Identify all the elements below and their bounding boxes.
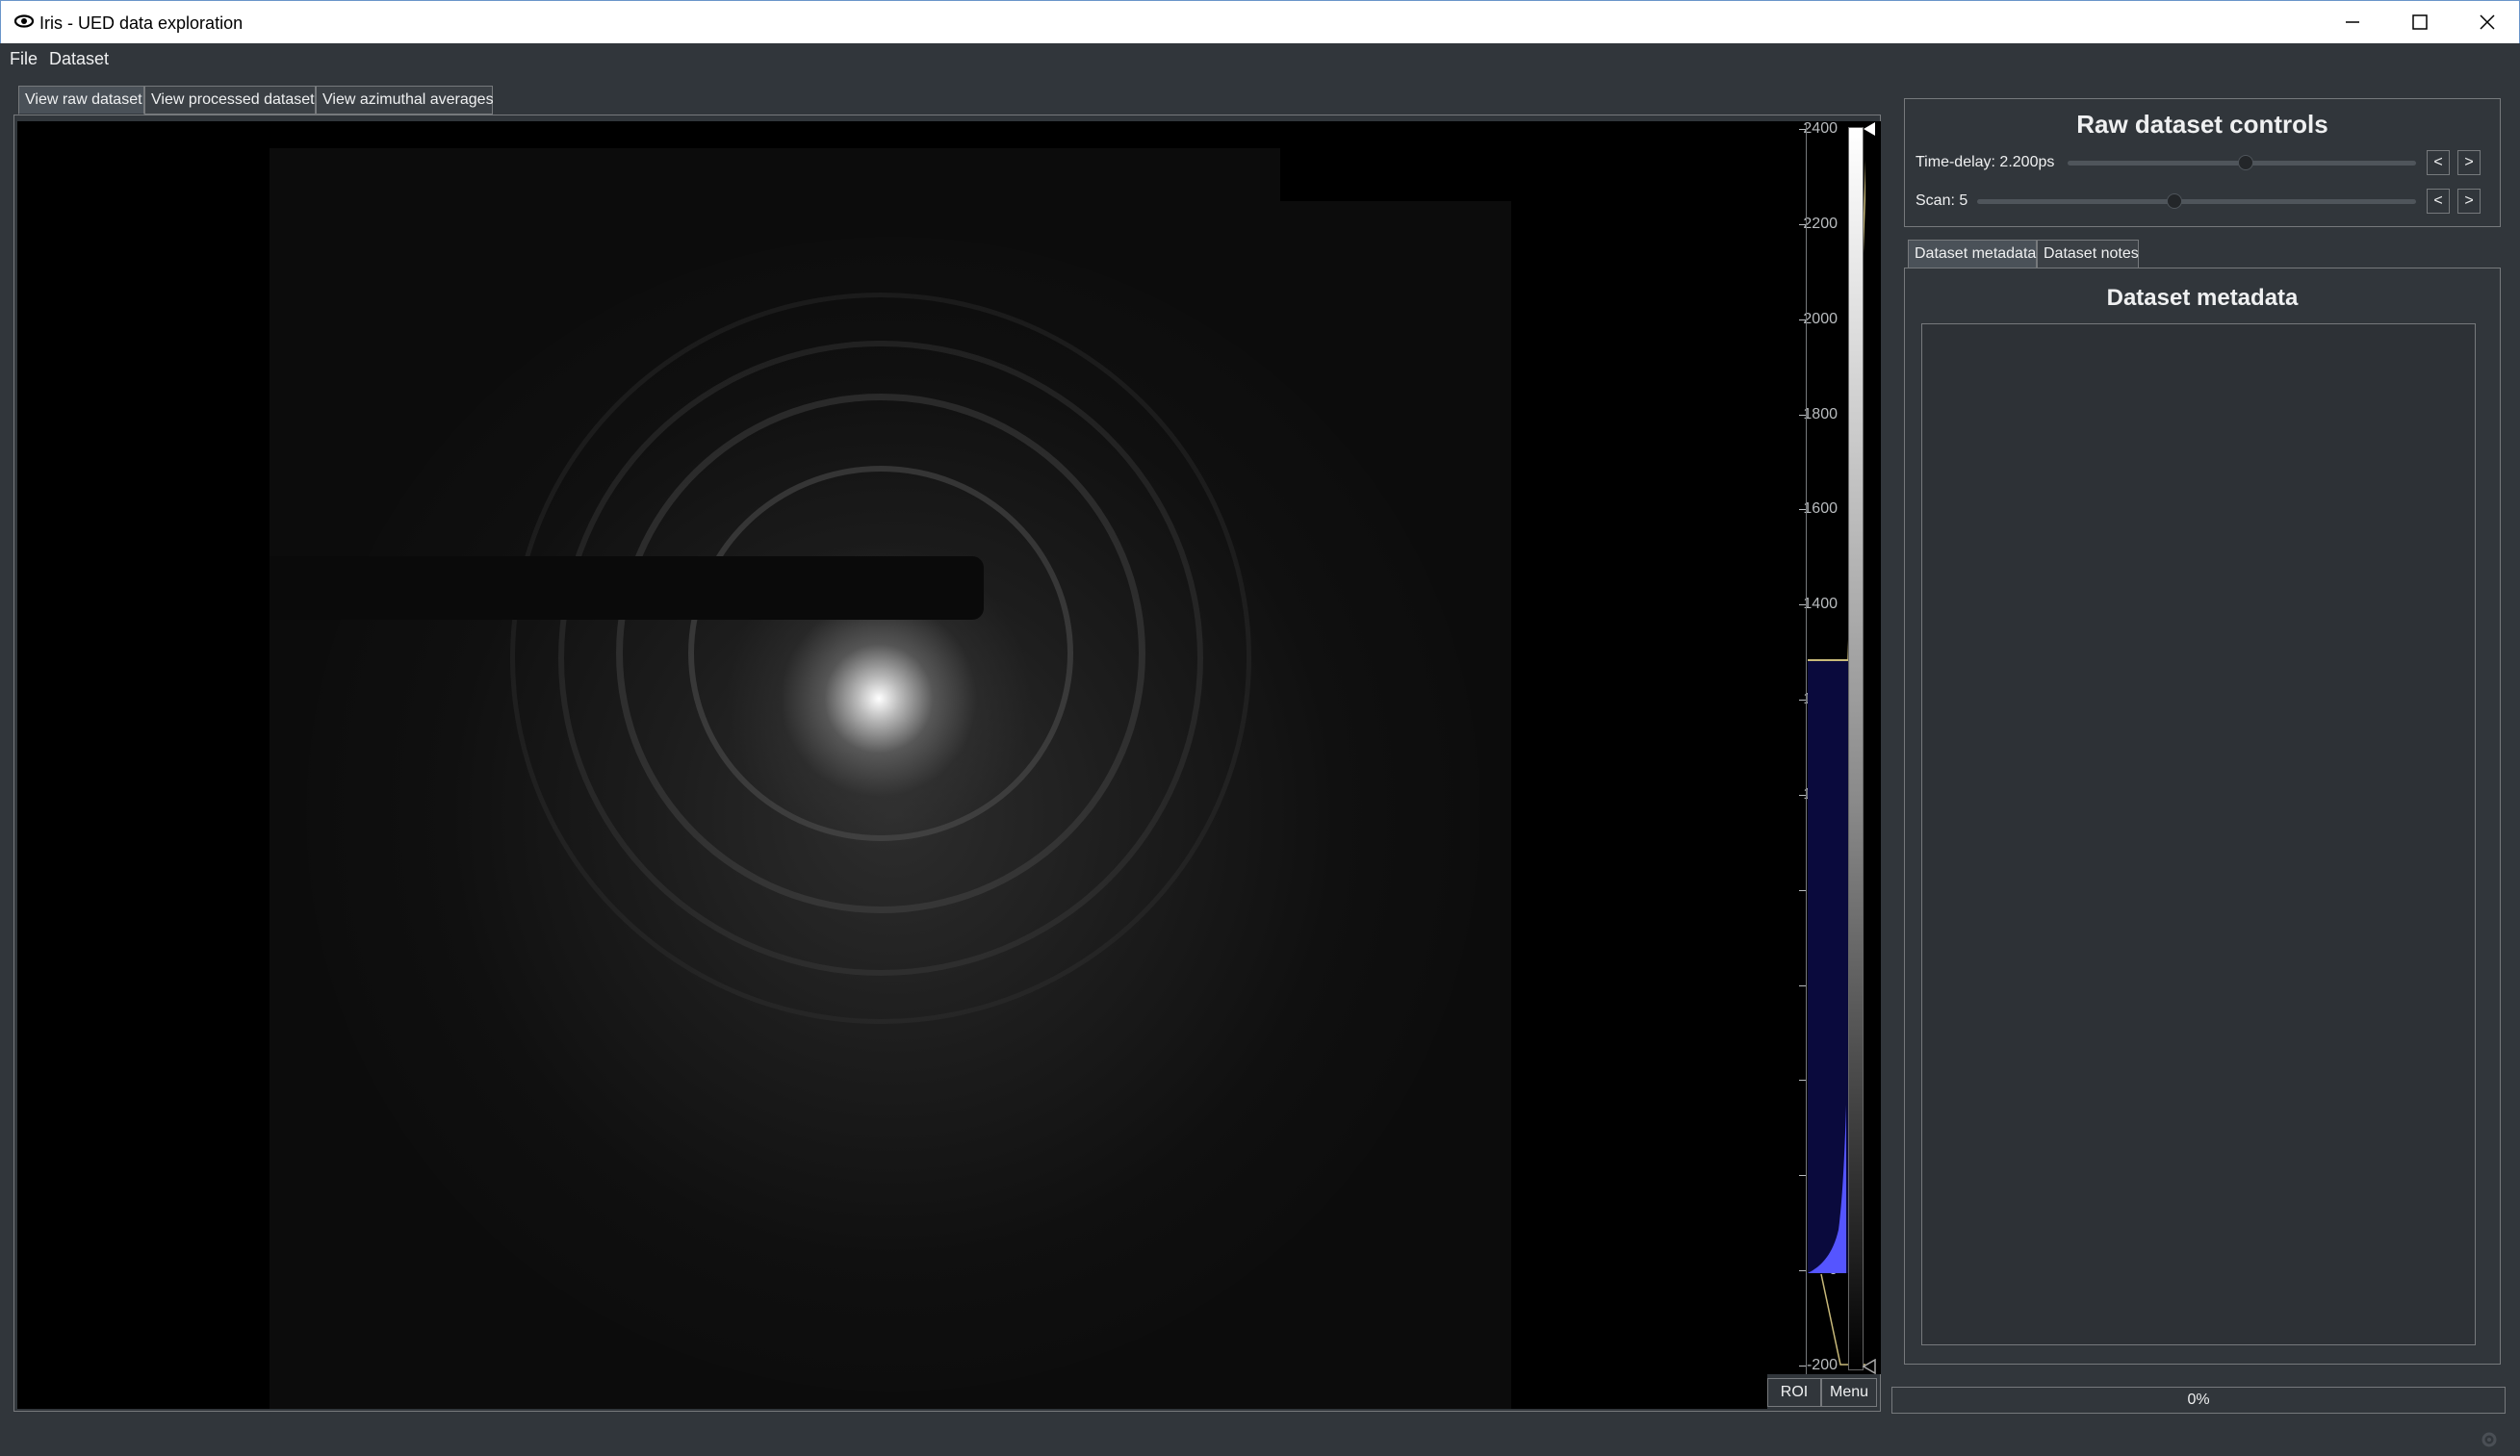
histogram-distribution [1808, 1105, 1846, 1273]
histogram-tick-mark [1799, 223, 1806, 225]
histogram-tick-mark [1799, 794, 1806, 796]
time-delay-slider-handle[interactable] [2237, 155, 2253, 170]
scan-next-button[interactable]: > [2457, 189, 2481, 214]
histogram-tick-mark [1799, 129, 1806, 130]
histogram-tick-mark [1799, 414, 1806, 416]
maximize-icon [2412, 14, 2428, 30]
tab-processed-dataset[interactable]: View processed dataset [144, 86, 316, 115]
histogram-tick-mark [1799, 319, 1806, 320]
time-delay-prev-button[interactable]: < [2427, 150, 2450, 175]
tab-dataset-notes[interactable]: Dataset notes [2037, 240, 2139, 268]
histogram-tick-mark [1799, 984, 1806, 986]
histogram-tick-mark [1799, 1366, 1806, 1367]
histogram-tick-mark [1799, 1270, 1806, 1272]
histogram-tick-mark [1799, 889, 1806, 891]
minimize-icon [2346, 21, 2359, 23]
progress-bar: 0% [1891, 1387, 2506, 1414]
window-title: Iris - UED data exploration [39, 13, 244, 33]
gradient-max-marker-icon[interactable] [1862, 121, 1877, 137]
diffraction-image-view[interactable] [17, 121, 1767, 1409]
histogram-tick-mark [1799, 700, 1806, 702]
detector-edge [1280, 148, 1530, 201]
maximize-button[interactable] [2386, 1, 2454, 44]
size-grip-icon[interactable] [2478, 1428, 2501, 1451]
histogram-axis-line [1806, 123, 1807, 1374]
time-delay-label: Time-delay: 2.200ps [1916, 154, 2055, 170]
histogram-tick-mark [1799, 1080, 1806, 1082]
gradient-bar[interactable] [1848, 127, 1864, 1370]
close-button[interactable] [2454, 1, 2520, 44]
tab-raw-dataset[interactable]: View raw dataset [18, 86, 144, 115]
minimize-button[interactable] [2319, 1, 2386, 44]
menu-dataset[interactable]: Dataset [49, 49, 109, 69]
tab-dataset-metadata[interactable]: Dataset metadata [1908, 240, 2037, 268]
metadata-view[interactable] [1921, 323, 2476, 1345]
histogram-menu-button[interactable]: Menu [1821, 1378, 1877, 1407]
scan-slider[interactable] [1977, 199, 2416, 204]
menu-file[interactable]: File [10, 49, 38, 69]
time-delay-next-button[interactable]: > [2457, 150, 2481, 175]
scan-label: Scan: 5 [1916, 192, 1968, 209]
eye-icon [13, 14, 35, 28]
raw-controls-title: Raw dataset controls [2076, 110, 2328, 139]
title-bar: Iris - UED data exploration [0, 0, 2520, 43]
scan-prev-button[interactable]: < [2427, 189, 2450, 214]
beam-stop [270, 556, 984, 620]
histogram-tick-mark [1799, 604, 1806, 606]
histogram-tick-mark [1799, 509, 1806, 511]
close-icon [2480, 14, 2495, 30]
metadata-title: Dataset metadata [2106, 285, 2299, 311]
menu-bar: File Dataset [0, 44, 2520, 75]
tab-azimuthal-averages[interactable]: View azimuthal averages [316, 86, 494, 115]
gradient-min-marker-icon[interactable] [1862, 1359, 1877, 1374]
main-window: Iris - UED data exploration File Dataset… [0, 0, 2520, 1456]
roi-button[interactable]: ROI [1767, 1378, 1821, 1407]
histogram-tick-mark [1799, 1175, 1806, 1177]
